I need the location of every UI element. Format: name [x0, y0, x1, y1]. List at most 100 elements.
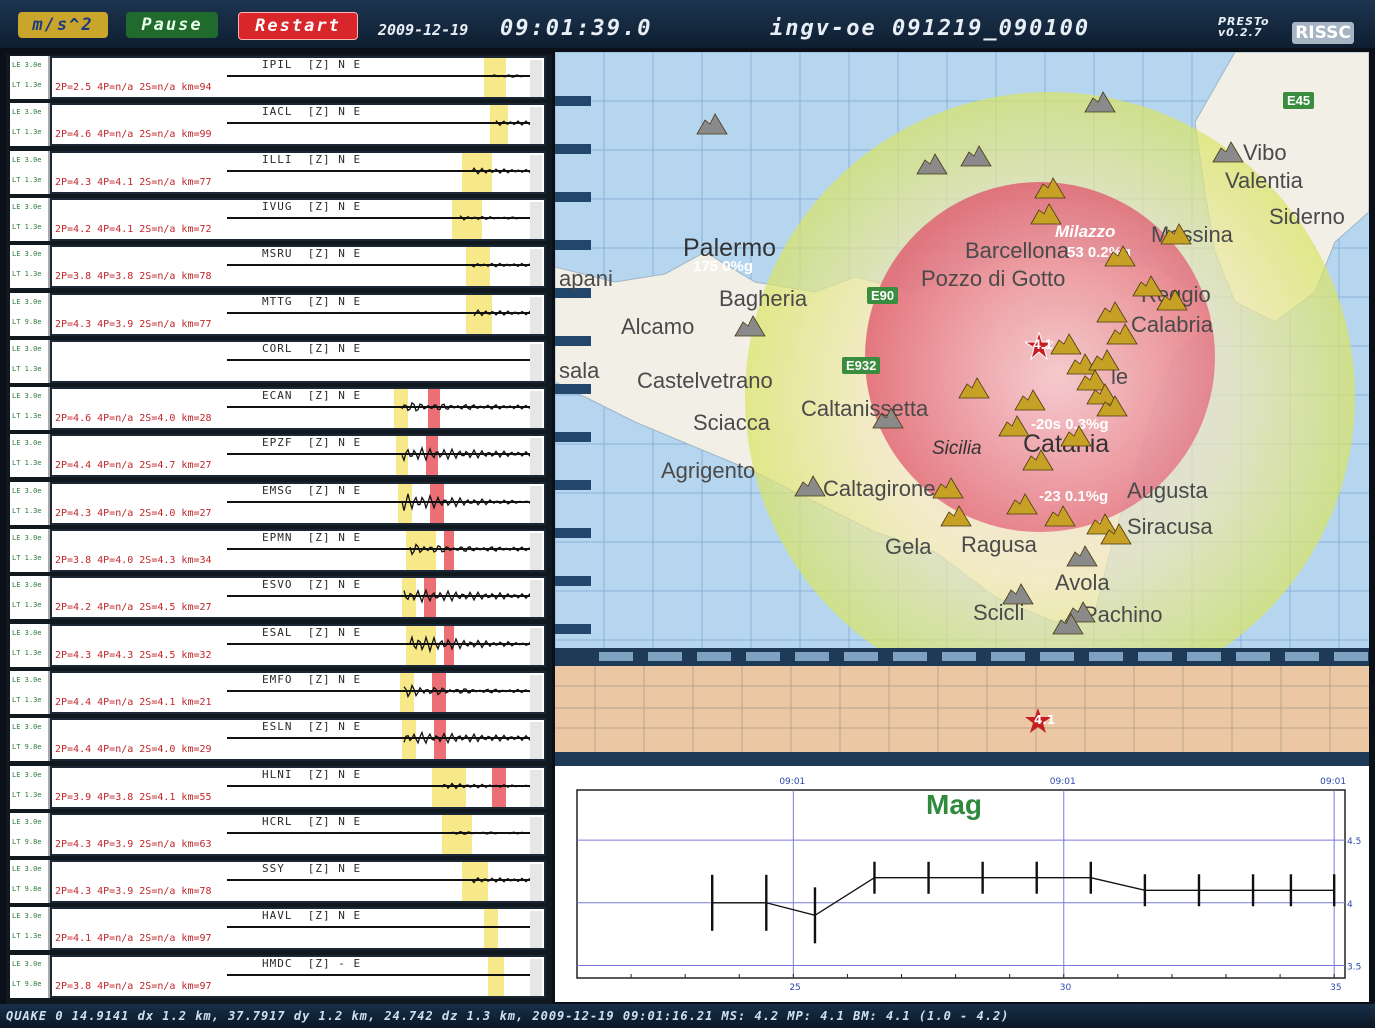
road-shield-e90: E90 [867, 287, 899, 304]
timeline-ruler-tick [1236, 652, 1270, 661]
station-row[interactable]: LE 3.0e LT 9.8e MTTG [Z] N E 2P=4.3 4P=3.9 … [10, 292, 550, 336]
seismic-station-icon[interactable] [997, 414, 1031, 438]
seismic-station-icon[interactable] [733, 314, 767, 338]
station-waveform[interactable]: IACL [Z] N E 2P=4.6 4P=n/a 2S=n/a km=99 [50, 103, 546, 147]
station-row[interactable]: LE 3.0e LT 1.3e HAVL [Z] N E 2P=4.1 4P=n/a … [10, 907, 550, 951]
station-waveform[interactable]: HLNI [Z] N E 2P=3.9 4P=3.8 2S=4.1 km=55 [50, 765, 546, 809]
seismic-station-icon[interactable] [1105, 322, 1139, 346]
station-row[interactable]: LE 3.0e LT 1.3e EPMN [Z] N E 2P=3.8 4P=4.0 … [10, 529, 550, 572]
station-waveform[interactable]: ECAN [Z] N E 2P=4.6 4P=n/a 2S=4.0 km=28 [50, 387, 546, 431]
station-scale-label: LE 3.0e LT 1.3e [10, 434, 50, 478]
station-waveform[interactable]: CORL [Z] N E [50, 339, 546, 383]
station-waveform[interactable]: ESLN [Z] N E 2P=4.4 4P=n/a 2S=4.0 km=29 [50, 718, 546, 762]
seismic-station-icon[interactable] [1103, 244, 1137, 268]
seismic-station-icon[interactable] [1005, 492, 1039, 516]
waveform-trace [227, 674, 542, 712]
seismic-station-icon[interactable] [1083, 90, 1117, 114]
waveform-trace [227, 249, 542, 287]
seismic-station-icon[interactable] [931, 476, 965, 500]
station-waveform[interactable]: ILLI [Z] N E 2P=4.3 4P=4.1 2S=n/a km=77 [50, 150, 546, 194]
seismic-station-icon[interactable] [793, 474, 827, 498]
station-waveform[interactable]: EMFO [Z] N E 2P=4.4 4P=n/a 2S=4.1 km=21 [50, 670, 546, 714]
station-scale-label: LE 3.0e LT 1.3e [10, 576, 50, 620]
station-waveform[interactable]: HAVL [Z] N E 2P=4.1 4P=n/a 2S=n/a km=97 [50, 907, 546, 951]
station-waveform[interactable]: SSY [Z] N E 2P=4.3 4P=3.9 2S=n/a km=78 [50, 860, 546, 904]
seismic-station-icon[interactable] [1065, 544, 1099, 568]
town-trapani: apani [559, 266, 613, 291]
station-row[interactable]: LE 3.0e LT 1.3e HLNI [Z] N E 2P=3.9 4P=3.8 … [10, 765, 550, 809]
station-row[interactable]: LE 3.0e LT 1.3e IVUG [Z] N E 2P=4.2 4P=4.1 … [10, 197, 550, 241]
station-waveform[interactable]: HMDC [Z] - E 2P=3.8 4P=n/a 2S=n/a km=97 [50, 954, 546, 998]
seismic-station-shape [1100, 523, 1132, 545]
station-waveform[interactable]: IVUG [Z] N E 2P=4.2 4P=4.1 2S=n/a km=72 [50, 197, 546, 241]
station-waveform[interactable]: MSRU [Z] N E 2P=3.8 4P=3.8 2S=n/a km=78 [50, 245, 546, 289]
seismic-station-icon[interactable] [1095, 300, 1129, 324]
waveform-edge [530, 438, 542, 476]
waveform-edge [530, 627, 542, 665]
scale-top: LE 3.0e [12, 865, 42, 874]
station-row[interactable]: LE 3.0e LT 1.3e EMFO [Z] N E 2P=4.4 4P=n/a … [10, 670, 550, 714]
scale-top: LE 3.0e [12, 675, 42, 684]
seismic-station-icon[interactable] [1131, 274, 1165, 298]
station-scale-label: LE 3.0e LT 1.3e [10, 197, 50, 241]
seismic-station-icon[interactable] [871, 406, 905, 430]
seismic-station-shape [1088, 349, 1120, 371]
waveform-trace [227, 201, 542, 239]
road-shield-e45: E45 [1283, 92, 1315, 109]
seismic-station-icon[interactable] [1043, 504, 1077, 528]
scale-bottom: LT 9.8e [12, 837, 42, 846]
seismic-station-icon[interactable] [1029, 202, 1063, 226]
seismic-station-icon[interactable] [1211, 140, 1245, 164]
scale-top: LE 3.0e [12, 439, 42, 448]
scale-top: LE 3.0e [12, 344, 42, 353]
waveform-trace [227, 154, 542, 192]
station-row[interactable]: LE 3.0e LT 1.3e CORL [Z] N E [10, 339, 550, 383]
seismic-station-icon[interactable] [1033, 176, 1067, 200]
seismic-station-icon[interactable] [1059, 424, 1093, 448]
annotation-augusta: -23 0.1%g [1039, 488, 1109, 505]
station-row[interactable]: LE 3.0e LT 9.8e HMDC [Z] - E 2P=3.8 4P=n/a … [10, 954, 550, 998]
station-row[interactable]: LE 3.0e LT 9.8e SSY [Z] N E 2P=4.3 4P=3.9 2… [10, 860, 550, 904]
seismic-station-icon[interactable] [1095, 394, 1129, 418]
station-waveform[interactable]: EPZF [Z] N E 2P=4.4 4P=n/a 2S=4.7 km=27 [50, 434, 546, 478]
station-row[interactable]: LE 3.0e LT 1.3e EPZF [Z] N E 2P=4.4 4P=n/a … [10, 434, 550, 478]
seismic-station-icon[interactable] [1021, 448, 1055, 472]
station-row[interactable]: LE 3.0e LT 9.8e ESLN [Z] N E 2P=4.4 4P=n/a … [10, 718, 550, 762]
seismic-station-icon[interactable] [1159, 222, 1193, 246]
station-row[interactable]: LE 3.0e LT 1.3e ECAN [Z] N E 2P=4.6 4P=n/a … [10, 387, 550, 431]
waveform-trace [227, 485, 542, 523]
station-waveform[interactable]: MTTG [Z] N E 2P=4.3 4P=3.9 2S=n/a km=77 [50, 292, 546, 336]
station-waveform[interactable]: HCRL [Z] N E 2P=4.3 4P=3.9 2S=n/a km=63 [50, 812, 546, 856]
map-view[interactable]: E45 E90 E932 Palermo Bagheria apani Alca… [555, 52, 1369, 648]
units-button[interactable]: m/s^2 [18, 12, 108, 38]
station-waveform[interactable]: IPIL [Z] N E 2P=2.5 4P=n/a 2S=n/a km=94 [50, 56, 546, 99]
station-row[interactable]: LE 3.0e LT 1.3e EMSG [Z] N E 2P=4.3 4P=n/a … [10, 481, 550, 525]
station-waveform[interactable]: ESVO [Z] N E 2P=4.2 4P=n/a 2S=4.5 km=27 [50, 576, 546, 620]
seismic-station-icon[interactable] [695, 112, 729, 136]
restart-button[interactable]: Restart [238, 12, 358, 40]
seismic-station-icon[interactable] [959, 144, 993, 168]
seismic-station-icon[interactable] [1001, 582, 1035, 606]
seismic-station-icon[interactable] [915, 152, 949, 176]
town-ragusa: Ragusa [961, 532, 1037, 557]
station-waveform[interactable]: EPMN [Z] N E 2P=3.8 4P=4.0 2S=4.3 km=34 [50, 529, 546, 572]
station-waveform[interactable]: EMSG [Z] N E 2P=4.3 4P=n/a 2S=4.0 km=27 [50, 481, 546, 525]
waveform-trace [227, 343, 542, 381]
status-bar: QUAKE 0 14.9141 dx 1.2 km, 37.7917 dy 1.… [0, 1004, 1375, 1028]
station-row[interactable]: LE 3.0e LT 9.8e HCRL [Z] N E 2P=4.3 4P=3.9 … [10, 812, 550, 856]
pause-button[interactable]: Pause [126, 12, 218, 38]
seismic-station-icon[interactable] [1051, 612, 1085, 636]
seismic-station-icon[interactable] [957, 376, 991, 400]
seismic-station-icon[interactable] [1099, 522, 1133, 546]
station-row[interactable]: LE 3.0e LT 1.3e IACL [Z] N E 2P=4.6 4P=n/a … [10, 103, 550, 147]
station-row[interactable]: LE 3.0e LT 1.3e MSRU [Z] N E 2P=3.8 4P=3.8 … [10, 245, 550, 289]
seismic-station-icon[interactable] [1013, 388, 1047, 412]
station-row[interactable]: LE 3.0e LT 1.3e ILLI [Z] N E 2P=4.3 4P=4.1 … [10, 150, 550, 194]
station-row[interactable]: LE 3.0e LT 1.3e IPIL [Z] N E 2P=2.5 4P=n/a … [10, 56, 550, 99]
timeline-ruler-tick [697, 652, 731, 661]
station-row[interactable]: LE 3.0e LT 1.3e ESAL [Z] N E 2P=4.3 4P=4.3 … [10, 623, 550, 667]
station-row[interactable]: LE 3.0e LT 1.3e ESVO [Z] N E 2P=4.2 4P=n/a … [10, 576, 550, 620]
seismic-station-shape [940, 505, 972, 527]
seismic-station-icon[interactable] [939, 504, 973, 528]
station-waveform[interactable]: ESAL [Z] N E 2P=4.3 4P=4.3 2S=4.5 km=32 [50, 623, 546, 667]
